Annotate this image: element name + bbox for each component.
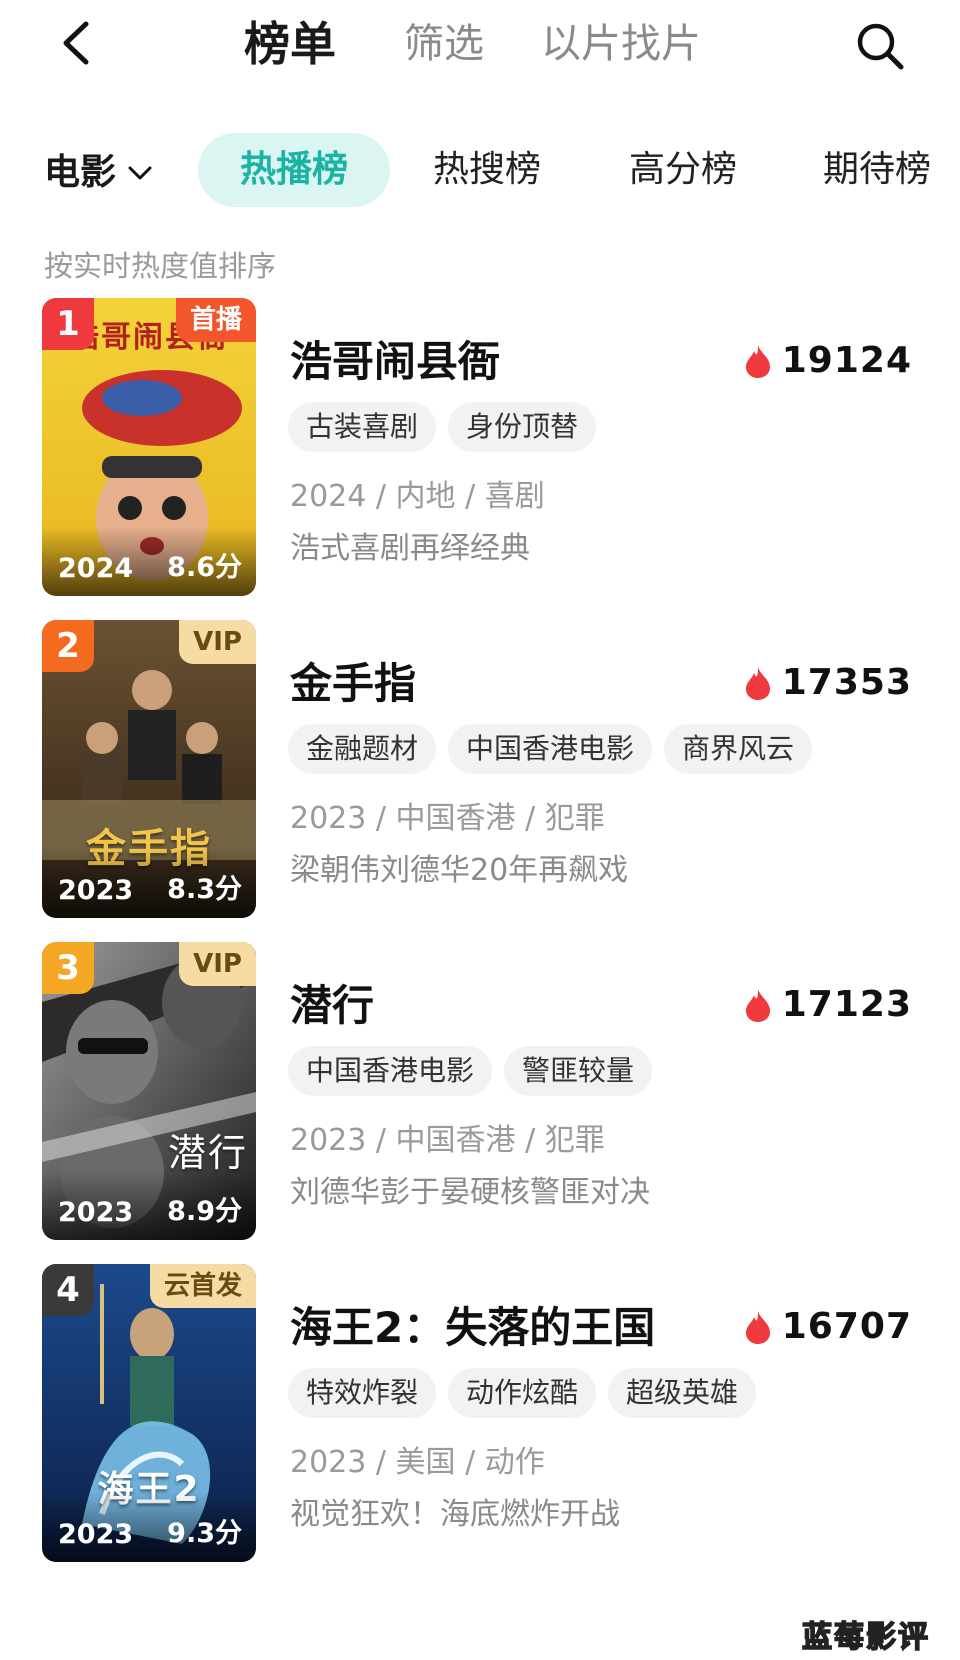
movie-meta: 2024 / 内地 / 喜剧 [290,479,545,514]
nav-tab-filter[interactable]: 筛选 [404,16,484,72]
chevron-down-icon [128,166,152,180]
list-item[interactable]: 金手指 2 VIP 2023 8.3分 金手指 17353 金融题材 中国香港电… [0,620,960,920]
movie-poster[interactable]: 海王2 4 云首发 2023 9.3分 [42,1264,256,1562]
poster-score: 9.3分 [167,1518,242,1549]
heat-score: 19124 [744,340,912,381]
tab-hot-search[interactable]: 热搜榜 [415,133,559,207]
tab-anticipated[interactable]: 期待榜 [805,133,949,207]
watermark: 蓝莓影评 [801,1619,930,1656]
list-item[interactable]: 潜行 3 VIP 2023 8.9分 潜行 17123 中国香港电影 警匪较量 … [0,942,960,1242]
rank-badge: 2 [42,620,94,672]
movie-poster[interactable]: 浩哥闹县衙 1 首播 2024 8.6分 [42,298,256,596]
genre-tag[interactable]: 警匪较量 [504,1046,653,1096]
movie-description: 刘德华彭于晏硬核警匪对决 [290,1175,650,1210]
genre-tag[interactable]: 身份顶替 [448,402,597,452]
movie-poster[interactable]: 潜行 3 VIP 2023 8.9分 [42,942,256,1240]
heat-score: 16707 [744,1306,912,1347]
genre-tag[interactable]: 中国香港电影 [288,1046,493,1096]
genre-tag[interactable]: 金融题材 [288,724,437,774]
movie-meta: 2023 / 中国香港 / 犯罪 [290,801,605,836]
nav-tab-rankings[interactable]: 榜单 [244,16,336,72]
tag-list: 古装喜剧 身份顶替 [288,402,597,452]
flame-icon [745,988,770,1022]
flame-icon [745,344,770,378]
movie-poster[interactable]: 金手指 2 VIP 2023 8.3分 [42,620,256,918]
tag-list: 金融题材 中国香港电影 商界风云 [288,724,813,774]
movie-description: 浩式喜剧再绎经典 [290,531,530,566]
movie-title[interactable]: 海王2：失落的王国 [290,1300,655,1356]
rank-badge: 4 [42,1264,94,1316]
rank-badge: 1 [42,298,94,350]
sort-note: 按实时热度值排序 [44,249,277,283]
genre-tag[interactable]: 商界风云 [664,724,813,774]
genre-tag[interactable]: 中国香港电影 [448,724,653,774]
heat-value: 17123 [781,984,912,1025]
movie-title[interactable]: 金手指 [290,656,416,712]
poster-year: 2023 [58,1519,134,1550]
poster-year: 2023 [58,875,134,906]
flame-icon [745,666,770,700]
heat-value: 17353 [781,662,912,703]
poster-title-text: 潜行 [167,1131,248,1175]
genre-tag[interactable]: 古装喜剧 [288,402,437,452]
movie-meta: 2023 / 中国香港 / 犯罪 [290,1123,605,1158]
cloud-premiere-badge: 云首发 [149,1264,256,1308]
genre-tag[interactable]: 特效炸裂 [288,1368,437,1418]
list-item[interactable]: 海王2 4 云首发 2023 9.3分 海王2：失落的王国 16707 特效炸裂… [0,1264,960,1564]
list-item[interactable]: 浩哥闹县衙 1 首播 2024 8.6分 浩哥闹县衙 19124 古装喜剧 身份… [0,298,960,598]
heat-value: 19124 [781,340,912,381]
flame-icon [745,1310,770,1344]
tab-high-score[interactable]: 高分榜 [611,133,755,207]
heat-value: 16707 [781,1306,912,1347]
movie-title[interactable]: 浩哥闹县衙 [290,334,500,390]
tag-list: 特效炸裂 动作炫酷 超级英雄 [288,1368,757,1418]
poster-year: 2023 [58,1197,134,1228]
back-button[interactable] [56,18,96,68]
movie-description: 视觉狂欢！海底燃炸开战 [290,1497,620,1532]
rank-badge: 3 [42,942,94,994]
category-label: 电影 [44,152,117,193]
tab-hot-playing[interactable]: 热播榜 [198,133,390,207]
tag-list: 中国香港电影 警匪较量 [288,1046,653,1096]
top-nav: 榜单 筛选 以片找片 [0,0,960,90]
poster-score: 8.9分 [167,1196,242,1227]
nav-tab-find-by-movie[interactable]: 以片找片 [541,16,701,72]
heat-score: 17353 [744,662,912,703]
vip-badge: VIP [179,942,256,986]
search-button[interactable] [854,20,906,72]
genre-tag[interactable]: 动作炫酷 [448,1368,597,1418]
premiere-badge: 首播 [175,298,256,342]
vip-badge: VIP [179,620,256,664]
category-dropdown[interactable]: 电影 [44,150,154,196]
search-icon [857,23,904,70]
movie-title[interactable]: 潜行 [290,978,374,1034]
movie-meta: 2023 / 美国 / 动作 [290,1445,545,1480]
heat-score: 17123 [744,984,912,1025]
genre-tag[interactable]: 超级英雄 [608,1368,757,1418]
movie-description: 梁朝伟刘德华20年再飙戏 [290,853,629,888]
poster-year: 2024 [58,553,134,584]
poster-score: 8.3分 [167,874,242,905]
back-arrow-icon [63,21,89,65]
poster-score: 8.6分 [167,552,242,583]
